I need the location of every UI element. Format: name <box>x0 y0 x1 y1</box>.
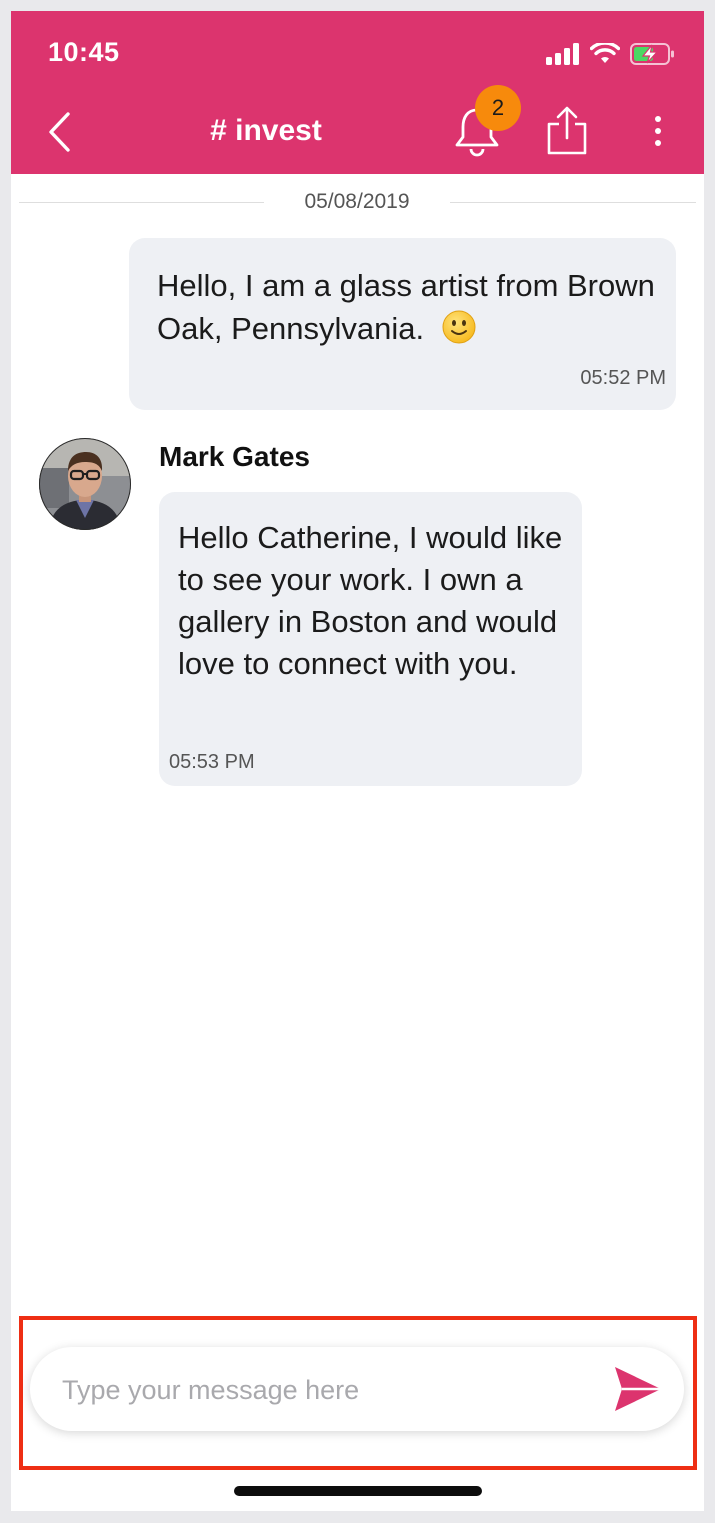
battery-charging-icon <box>630 43 674 65</box>
channel-title: # invest <box>210 114 322 147</box>
outgoing-message-bubble[interactable]: Hello, I am a glass artist from Brown Oa… <box>129 238 676 410</box>
message-input[interactable] <box>60 1361 604 1419</box>
more-vertical-icon <box>655 116 661 122</box>
status-time: 10:45 <box>48 37 120 67</box>
header-bar: 10:45 # invest 2 <box>11 11 704 174</box>
message-timestamp: 05:52 PM <box>580 367 666 389</box>
message-timestamp: 05:53 PM <box>169 751 255 773</box>
send-icon <box>615 1367 661 1411</box>
more-options-button[interactable] <box>641 111 675 151</box>
chevron-left-icon <box>49 112 70 152</box>
date-separator: 05/08/2019 <box>11 188 704 216</box>
message-composer <box>30 1347 684 1431</box>
divider <box>19 202 264 203</box>
share-icon <box>547 106 587 155</box>
divider <box>450 202 696 203</box>
wifi-icon <box>590 43 620 63</box>
cellular-signal-icon <box>546 43 579 65</box>
avatar[interactable] <box>39 438 131 530</box>
notification-badge: 2 <box>475 85 521 131</box>
date-label: 05/08/2019 <box>304 190 410 213</box>
chat-screen: 10:45 # invest 2 05/08/2019 Hello, I am … <box>11 11 704 1511</box>
incoming-message-bubble[interactable]: Hello Catherine, I would like to see you… <box>159 492 582 786</box>
slightly-smiling-face-icon <box>442 310 476 344</box>
message-text: Hello, I am a glass artist from Brown Oa… <box>157 268 655 346</box>
back-button[interactable] <box>37 107 81 157</box>
send-button[interactable] <box>613 1365 663 1413</box>
share-button[interactable] <box>545 105 589 157</box>
home-indicator[interactable] <box>234 1486 482 1496</box>
avatar-photo <box>39 438 131 530</box>
status-icons <box>546 41 676 67</box>
sender-name: Mark Gates <box>159 441 310 472</box>
message-text: Hello Catherine, I would like to see you… <box>178 520 563 681</box>
